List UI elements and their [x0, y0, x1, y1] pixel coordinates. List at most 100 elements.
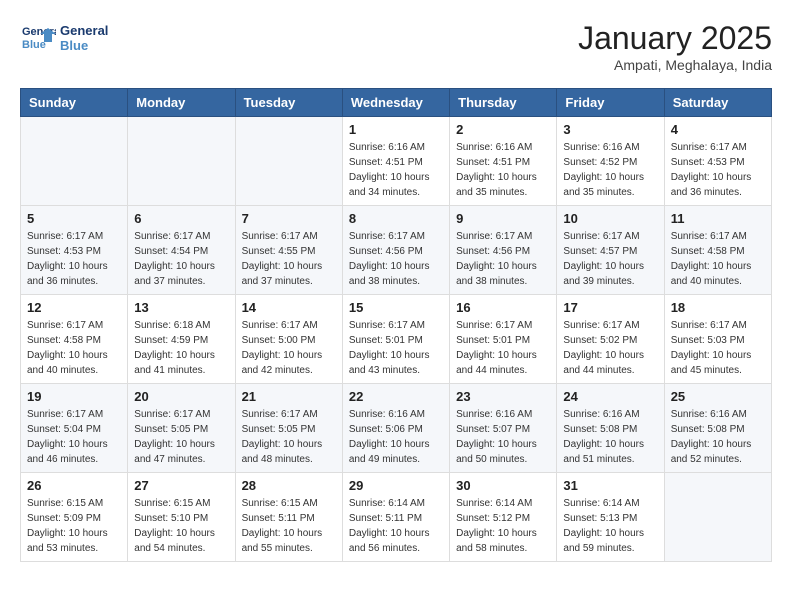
calendar-cell: 15 Sunrise: 6:17 AMSunset: 5:01 PMDayligh…: [342, 295, 449, 384]
calendar-cell: 19Sunrise: 6:17 AMSunset: 5:04 PMDayligh…: [21, 384, 128, 473]
calendar-cell: 26Sunrise: 6:15 AMSunset: 5:09 PMDayligh…: [21, 473, 128, 562]
day-number: 23: [456, 389, 550, 404]
day-number: 22: [349, 389, 443, 404]
day-info: Sunrise: 6:17 AMSunset: 5:05 PMDaylight:…: [242, 407, 336, 467]
day-info: Sunrise: 6:14 AMSunset: 5:11 PMDaylight:…: [349, 496, 443, 556]
page-header: General Blue General Blue January 2025 A…: [20, 20, 772, 73]
day-number: 8: [349, 211, 443, 226]
day-number: 3: [563, 122, 657, 137]
calendar-cell: [235, 117, 342, 206]
calendar-cell: 25Sunrise: 6:16 AMSunset: 5:08 PMDayligh…: [664, 384, 771, 473]
day-number: 30: [456, 478, 550, 493]
day-info: Sunrise: 6:15 AMSunset: 5:11 PMDaylight:…: [242, 496, 336, 556]
weekday-header-saturday: Saturday: [664, 89, 771, 117]
day-number: 14: [242, 300, 336, 315]
calendar-cell: 8 Sunrise: 6:17 AMSunset: 4:56 PMDaylight…: [342, 206, 449, 295]
day-info: Sunrise: 6:16 AMSunset: 5:07 PMDaylight:…: [456, 407, 550, 467]
day-info: Sunrise: 6:18 AMSunset: 4:59 PMDaylight:…: [134, 318, 228, 378]
calendar-cell: 9Sunrise: 6:17 AMSunset: 4:56 PMDaylight…: [450, 206, 557, 295]
svg-text:Blue: Blue: [22, 39, 46, 51]
day-info: Sunrise: 6:16 AMSunset: 4:52 PMDaylight:…: [563, 140, 657, 200]
calendar-cell: 18Sunrise: 6:17 AMSunset: 5:03 PMDayligh…: [664, 295, 771, 384]
day-info: Sunrise: 6:14 AMSunset: 5:12 PMDaylight:…: [456, 496, 550, 556]
calendar-cell: 20 Sunrise: 6:17 AMSunset: 5:05 PMDayligh…: [128, 384, 235, 473]
weekday-header-sunday: Sunday: [21, 89, 128, 117]
weekday-header-tuesday: Tuesday: [235, 89, 342, 117]
weekday-header-wednesday: Wednesday: [342, 89, 449, 117]
day-info: Sunrise: 6:17 AMSunset: 4:58 PMDaylight:…: [671, 229, 765, 289]
calendar-cell: 30 Sunrise: 6:14 AMSunset: 5:12 PMDayligh…: [450, 473, 557, 562]
weekday-header-monday: Monday: [128, 89, 235, 117]
day-info: Sunrise: 6:17 AMSunset: 5:01 PMDaylight:…: [349, 318, 443, 378]
day-number: 25: [671, 389, 765, 404]
calendar-cell: 13 Sunrise: 6:18 AMSunset: 4:59 PMDayligh…: [128, 295, 235, 384]
day-number: 9: [456, 211, 550, 226]
day-number: 24: [563, 389, 657, 404]
calendar-cell: 2 Sunrise: 6:16 AMSunset: 4:51 PMDaylight…: [450, 117, 557, 206]
weekday-header-friday: Friday: [557, 89, 664, 117]
location: Ampati, Meghalaya, India: [578, 57, 772, 73]
calendar-cell: 1Sunrise: 6:16 AMSunset: 4:51 PMDaylight…: [342, 117, 449, 206]
calendar-cell: 31Sunrise: 6:14 AMSunset: 5:13 PMDayligh…: [557, 473, 664, 562]
day-info: Sunrise: 6:17 AMSunset: 4:53 PMDaylight:…: [27, 229, 121, 289]
calendar-cell: 6Sunrise: 6:17 AMSunset: 4:54 PMDaylight…: [128, 206, 235, 295]
day-number: 29: [349, 478, 443, 493]
calendar-week-1: 1Sunrise: 6:16 AMSunset: 4:51 PMDaylight…: [21, 117, 772, 206]
calendar-cell: 22 Sunrise: 6:16 AMSunset: 5:06 PMDayligh…: [342, 384, 449, 473]
day-number: 28: [242, 478, 336, 493]
calendar-week-3: 12Sunrise: 6:17 AMSunset: 4:58 PMDayligh…: [21, 295, 772, 384]
calendar-cell: 27Sunrise: 6:15 AMSunset: 5:10 PMDayligh…: [128, 473, 235, 562]
calendar-cell: 28 Sunrise: 6:15 AMSunset: 5:11 PMDayligh…: [235, 473, 342, 562]
day-number: 6: [134, 211, 228, 226]
logo-icon: General Blue: [20, 20, 56, 56]
day-info: Sunrise: 6:17 AMSunset: 5:02 PMDaylight:…: [563, 318, 657, 378]
day-info: Sunrise: 6:17 AMSunset: 4:53 PMDaylight:…: [671, 140, 765, 200]
day-info: Sunrise: 6:17 AMSunset: 5:05 PMDaylight:…: [134, 407, 228, 467]
day-number: 13: [134, 300, 228, 315]
day-info: Sunrise: 6:16 AMSunset: 5:08 PMDaylight:…: [563, 407, 657, 467]
day-number: 31: [563, 478, 657, 493]
day-info: Sunrise: 6:17 AMSunset: 5:04 PMDaylight:…: [27, 407, 121, 467]
calendar-cell: 14 Sunrise: 6:17 AMSunset: 5:00 PMDayligh…: [235, 295, 342, 384]
day-number: 27: [134, 478, 228, 493]
calendar-cell: 4 Sunrise: 6:17 AMSunset: 4:53 PMDaylight…: [664, 117, 771, 206]
day-number: 4: [671, 122, 765, 137]
calendar-cell: 21Sunrise: 6:17 AMSunset: 5:05 PMDayligh…: [235, 384, 342, 473]
calendar-week-4: 19Sunrise: 6:17 AMSunset: 5:04 PMDayligh…: [21, 384, 772, 473]
day-info: Sunrise: 6:16 AMSunset: 4:51 PMDaylight:…: [349, 140, 443, 200]
title-block: January 2025 Ampati, Meghalaya, India: [578, 20, 772, 73]
month-title: January 2025: [578, 20, 772, 57]
logo-line1: General: [60, 23, 108, 38]
day-number: 20: [134, 389, 228, 404]
day-info: Sunrise: 6:17 AMSunset: 5:00 PMDaylight:…: [242, 318, 336, 378]
calendar-cell: 11 Sunrise: 6:17 AMSunset: 4:58 PMDayligh…: [664, 206, 771, 295]
day-info: Sunrise: 6:17 AMSunset: 5:01 PMDaylight:…: [456, 318, 550, 378]
calendar-cell: 10Sunrise: 6:17 AMSunset: 4:57 PMDayligh…: [557, 206, 664, 295]
calendar-cell: [21, 117, 128, 206]
weekday-header-row: SundayMondayTuesdayWednesdayThursdayFrid…: [21, 89, 772, 117]
calendar-cell: [128, 117, 235, 206]
calendar-cell: 7Sunrise: 6:17 AMSunset: 4:55 PMDaylight…: [235, 206, 342, 295]
calendar-cell: 12Sunrise: 6:17 AMSunset: 4:58 PMDayligh…: [21, 295, 128, 384]
day-number: 18: [671, 300, 765, 315]
day-number: 11: [671, 211, 765, 226]
calendar-table: SundayMondayTuesdayWednesdayThursdayFrid…: [20, 88, 772, 562]
day-number: 16: [456, 300, 550, 315]
calendar-week-2: 5 Sunrise: 6:17 AMSunset: 4:53 PMDaylight…: [21, 206, 772, 295]
calendar-week-5: 26Sunrise: 6:15 AMSunset: 5:09 PMDayligh…: [21, 473, 772, 562]
day-info: Sunrise: 6:17 AMSunset: 4:57 PMDaylight:…: [563, 229, 657, 289]
day-number: 12: [27, 300, 121, 315]
calendar-cell: 23 Sunrise: 6:16 AMSunset: 5:07 PMDayligh…: [450, 384, 557, 473]
calendar-cell: 29 Sunrise: 6:14 AMSunset: 5:11 PMDayligh…: [342, 473, 449, 562]
day-info: Sunrise: 6:17 AMSunset: 4:56 PMDaylight:…: [349, 229, 443, 289]
calendar-cell: 24 Sunrise: 6:16 AMSunset: 5:08 PMDayligh…: [557, 384, 664, 473]
day-number: 5: [27, 211, 121, 226]
calendar-cell: 16 Sunrise: 6:17 AMSunset: 5:01 PMDayligh…: [450, 295, 557, 384]
day-info: Sunrise: 6:16 AMSunset: 4:51 PMDaylight:…: [456, 140, 550, 200]
day-number: 2: [456, 122, 550, 137]
calendar-cell: 3 Sunrise: 6:16 AMSunset: 4:52 PMDaylight…: [557, 117, 664, 206]
weekday-header-thursday: Thursday: [450, 89, 557, 117]
day-info: Sunrise: 6:16 AMSunset: 5:06 PMDaylight:…: [349, 407, 443, 467]
calendar-cell: 17Sunrise: 6:17 AMSunset: 5:02 PMDayligh…: [557, 295, 664, 384]
day-number: 15: [349, 300, 443, 315]
